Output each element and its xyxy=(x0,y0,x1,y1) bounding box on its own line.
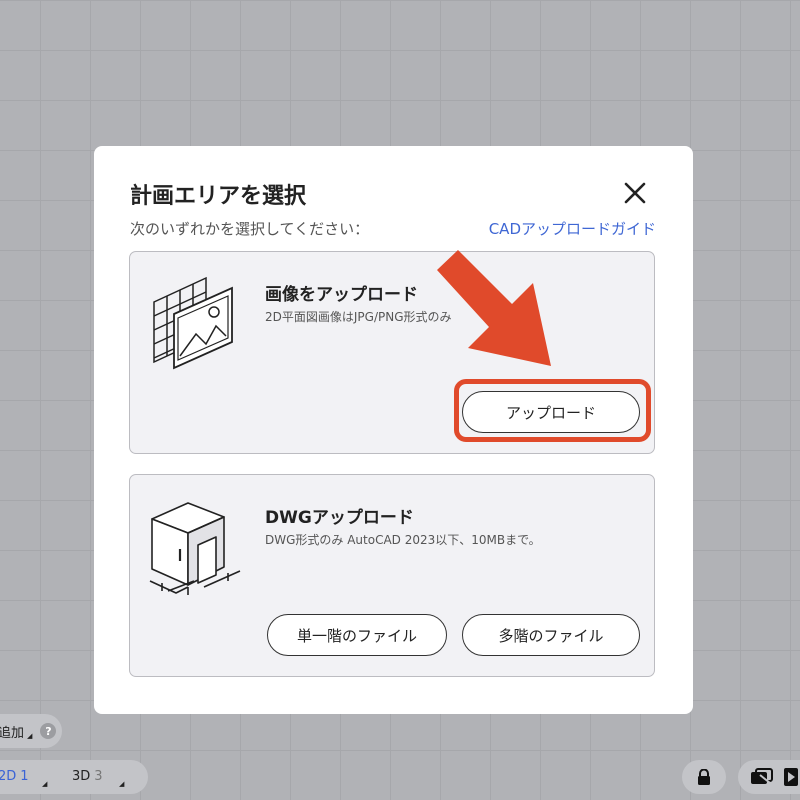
pointer-arrow-icon xyxy=(437,250,551,366)
